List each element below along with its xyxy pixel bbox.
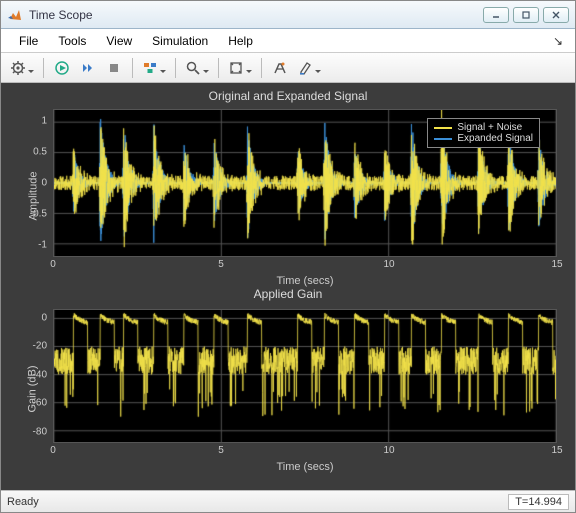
ytick: -20 [33,341,47,352]
chart1-axes[interactable]: Signal + Noise Expanded Signal [53,109,557,257]
xtick: 0 [50,259,56,270]
status-time: T=14.994 [508,494,569,510]
step-forward-button[interactable] [76,56,100,80]
xtick: 10 [383,259,394,270]
menubar: File Tools View Simulation Help ↘ [1,29,575,53]
autoscale-button[interactable] [225,56,255,80]
legend-signal-noise: Signal + Noise [457,122,522,133]
ytick: 0 [41,312,47,323]
measurements-button[interactable] [268,56,292,80]
xtick: 5 [218,259,224,270]
ytick: -80 [33,426,47,437]
close-button[interactable] [543,7,569,23]
chart2-xlabel: Time (secs) [53,461,557,473]
ytick: -40 [33,369,47,380]
xtick: 10 [383,445,394,456]
chart2-axes[interactable] [53,309,557,443]
ytick: -1 [38,239,47,250]
minimize-button[interactable] [483,7,509,23]
chart1-legend: Signal + Noise Expanded Signal [427,118,540,148]
chart2-title: Applied Gain [7,287,569,303]
menu-tools[interactable]: Tools [48,31,96,51]
titlebar: Time Scope [1,1,575,29]
xtick: 0 [50,445,56,456]
ytick: 0.5 [33,147,47,158]
chart1-title: Original and Expanded Signal [7,89,569,105]
menu-view[interactable]: View [96,31,142,51]
menu-help[interactable]: Help [218,31,263,51]
statusbar: Ready T=14.994 [1,490,575,512]
chart1: Amplitude -1-0.500.51 Signal + Noise Exp… [7,105,569,287]
menu-file[interactable]: File [9,31,48,51]
maximize-button[interactable] [513,7,539,23]
ytick: -60 [33,398,47,409]
highlight-button[interactable] [294,56,324,80]
chart2: Gain (dB) -80-60-40-200 051015 Time (sec… [7,305,569,473]
menu-simulation[interactable]: Simulation [142,31,218,51]
ytick: 1 [41,116,47,127]
status-ready: Ready [7,496,39,508]
ytick: 0 [41,178,47,189]
dock-icon[interactable]: ↘ [549,34,567,48]
stop-button[interactable] [102,56,126,80]
plot-area: Original and Expanded Signal Amplitude -… [1,83,575,490]
triggers-button[interactable] [139,56,169,80]
run-button[interactable] [50,56,74,80]
toolbar [1,53,575,83]
xtick: 15 [551,259,562,270]
chart1-xlabel: Time (secs) [53,275,557,287]
legend-expanded-signal: Expanded Signal [457,133,533,144]
zoom-button[interactable] [182,56,212,80]
window-title: Time Scope [29,8,483,22]
settings-button[interactable] [7,56,37,80]
xtick: 5 [218,445,224,456]
xtick: 15 [551,445,562,456]
matlab-icon [7,7,23,23]
ytick: -0.5 [30,208,47,219]
